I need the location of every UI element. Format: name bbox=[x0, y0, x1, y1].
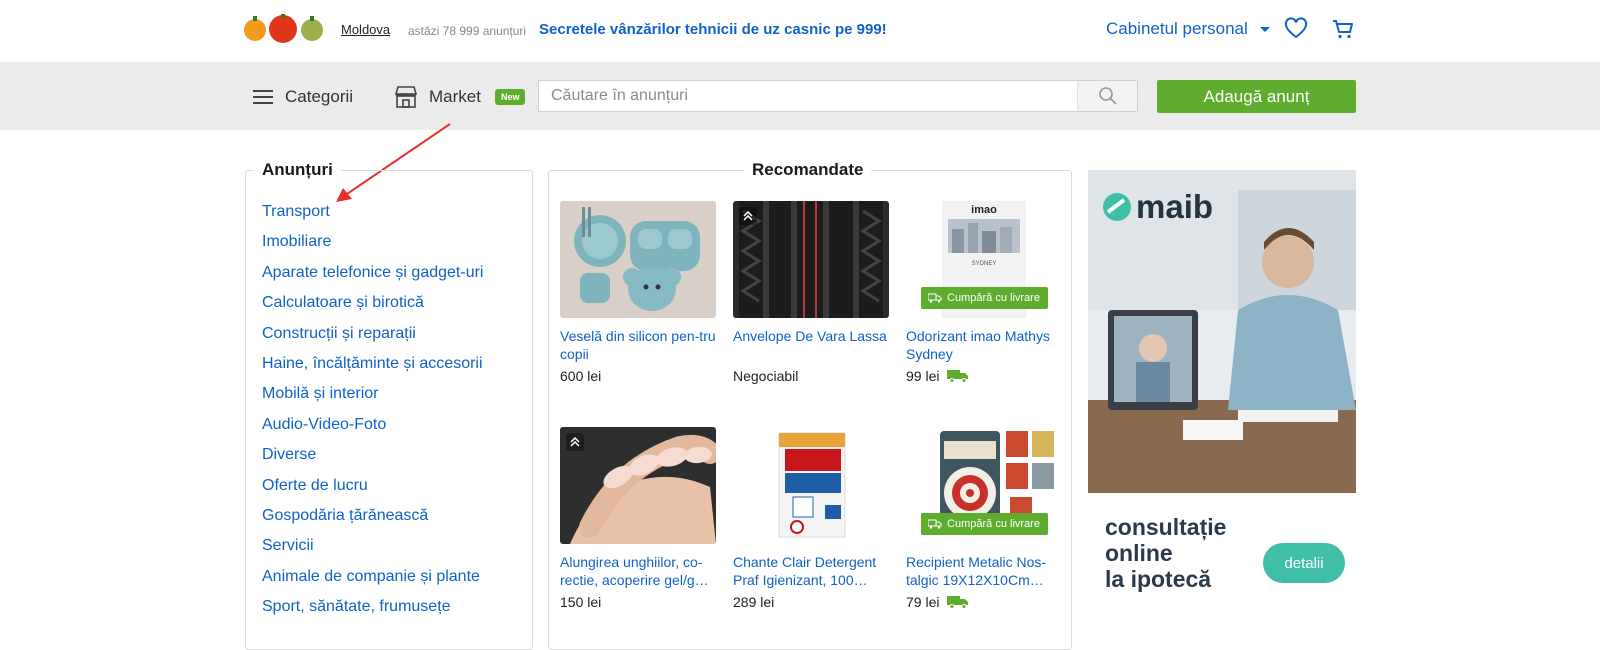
banner-headline: consultație online la ipotecă bbox=[1105, 514, 1226, 592]
price-value: 289 lei bbox=[733, 594, 775, 610]
category-link[interactable]: Animale de companie și plante bbox=[262, 565, 483, 595]
personal-cabinet-menu[interactable]: Cabinetul personal bbox=[1106, 19, 1270, 39]
category-link[interactable]: Imobiliare bbox=[262, 230, 483, 260]
product-title[interactable]: Anvelope De Vara Lassa bbox=[733, 327, 889, 363]
product-title[interactable]: Odorizant imao Mathys Sydney bbox=[906, 327, 1062, 363]
category-link[interactable]: Transport bbox=[262, 200, 483, 230]
svg-text:SYDNEY: SYDNEY bbox=[972, 261, 997, 267]
category-list: Transport Imobiliare Aparate telefonice … bbox=[262, 200, 483, 625]
product-image[interactable] bbox=[560, 201, 716, 318]
svg-text:imao: imao bbox=[971, 204, 997, 216]
category-link[interactable]: Oferte de lucru bbox=[262, 474, 483, 504]
product-image[interactable] bbox=[560, 427, 716, 544]
categories-button[interactable]: Categorii bbox=[253, 84, 353, 110]
product-title[interactable]: Chante Clair Detergent Praf Igienizant, … bbox=[733, 553, 889, 589]
hamburger-icon bbox=[253, 90, 273, 104]
price-value: 99 lei bbox=[906, 368, 940, 384]
product-price: 289 lei bbox=[733, 594, 889, 610]
product-card[interactable]: Anvelope De Vara Lassa Negociabil bbox=[733, 201, 889, 384]
product-card[interactable]: Chante Clair Detergent Praf Igienizant, … bbox=[733, 427, 889, 610]
maib-brand: maib bbox=[1136, 188, 1214, 225]
product-image[interactable] bbox=[733, 201, 889, 318]
favorites-heart-icon[interactable] bbox=[1284, 17, 1308, 41]
price-value: 150 lei bbox=[560, 594, 602, 610]
market-label: Market bbox=[429, 87, 481, 106]
banner-line: consultație bbox=[1105, 514, 1227, 540]
delivery-truck-icon bbox=[928, 519, 942, 529]
product-title[interactable]: Alungirea unghiilor, co-rectie, acoperir… bbox=[560, 553, 716, 589]
boost-icon bbox=[739, 207, 757, 225]
product-card[interactable]: Veselă din silicon pen-tru copii 600 lei bbox=[560, 201, 716, 384]
category-link[interactable]: Calculatoare și birotică bbox=[262, 291, 483, 321]
top-bar: Moldova astăzi 78 999 anunțuri Secretele… bbox=[0, 0, 1600, 62]
product-price: 600 lei bbox=[560, 368, 716, 384]
search-button[interactable] bbox=[1077, 81, 1137, 111]
today-ads-count: astăzi 78 999 anunțuri bbox=[408, 24, 527, 38]
recommended-title: Recomandate bbox=[744, 160, 872, 180]
product-price: 150 lei bbox=[560, 594, 716, 610]
category-link[interactable]: Gospodăria țărănească bbox=[262, 504, 483, 534]
delivery-label: Cumpără cu livrare bbox=[947, 518, 1040, 530]
store-icon bbox=[394, 86, 418, 108]
category-link[interactable]: Aparate telefonice și gadget-uri bbox=[262, 261, 483, 291]
delivery-truck-icon bbox=[947, 596, 969, 609]
category-link[interactable]: Sport, sănătate, frumusețe bbox=[262, 595, 483, 625]
category-link[interactable]: Haine, încălțăminte și accesorii bbox=[262, 352, 483, 382]
product-price: 99 lei bbox=[906, 368, 1062, 384]
search-icon bbox=[1098, 87, 1117, 105]
region-link[interactable]: Moldova bbox=[341, 22, 390, 37]
product-card[interactable]: Alungirea unghiilor, co-rectie, acoperir… bbox=[560, 427, 716, 610]
category-link[interactable]: Mobilă și interior bbox=[262, 382, 483, 412]
categories-label: Categorii bbox=[285, 87, 354, 106]
product-title[interactable]: Veselă din silicon pen-tru copii bbox=[560, 327, 716, 363]
price-value: 600 lei bbox=[560, 368, 602, 384]
maib-logo: maib bbox=[1102, 188, 1213, 226]
add-ad-button[interactable]: Adaugă anunț bbox=[1157, 80, 1356, 113]
category-link[interactable]: Audio-Video-Foto bbox=[262, 413, 483, 443]
product-price: 79 lei bbox=[906, 594, 1062, 610]
delivery-truck-icon bbox=[928, 293, 942, 303]
search-box bbox=[538, 80, 1138, 112]
category-link[interactable]: Construcții și reparații bbox=[262, 322, 483, 352]
promo-link[interactable]: Secretele vânzărilor tehnicii de uz casn… bbox=[539, 21, 887, 38]
maib-logo-icon bbox=[1103, 193, 1131, 221]
search-input[interactable] bbox=[539, 81, 1077, 111]
personal-cabinet-label: Cabinetul personal bbox=[1106, 19, 1248, 38]
banner-line: la ipotecă bbox=[1105, 566, 1212, 592]
cart-icon[interactable] bbox=[1331, 17, 1355, 41]
product-card[interactable]: imao SYDNEY Cumpără cu livrare Odorizant… bbox=[906, 201, 1062, 384]
price-value: Negociabil bbox=[733, 368, 799, 384]
category-link[interactable]: Diverse bbox=[262, 443, 483, 473]
product-price: Negociabil bbox=[733, 368, 889, 384]
product-title[interactable]: Recipient Metalic Nos-talgic 19X12X10Cm… bbox=[906, 553, 1062, 589]
buy-with-delivery-badge[interactable]: Cumpără cu livrare bbox=[920, 287, 1048, 309]
chevron-down-icon bbox=[1259, 26, 1270, 32]
banner-details-button[interactable]: detalii bbox=[1263, 543, 1345, 583]
market-button[interactable]: Market New bbox=[393, 84, 526, 110]
product-image[interactable] bbox=[733, 427, 889, 544]
boost-icon bbox=[566, 433, 584, 451]
new-badge: New bbox=[494, 89, 526, 105]
site-logo[interactable] bbox=[243, 14, 327, 44]
delivery-label: Cumpără cu livrare bbox=[947, 292, 1040, 304]
buy-with-delivery-badge[interactable]: Cumpără cu livrare bbox=[920, 513, 1048, 535]
maib-banner[interactable]: maib consultație online la ipotecă detal… bbox=[1088, 170, 1356, 624]
product-card[interactable]: Cumpără cu livrare Recipient Metalic Nos… bbox=[906, 427, 1062, 610]
product-image[interactable]: imao SYDNEY Cumpără cu livrare bbox=[906, 201, 1062, 318]
product-image[interactable]: Cumpără cu livrare bbox=[906, 427, 1062, 544]
banner-line: online bbox=[1105, 540, 1173, 566]
category-link[interactable]: Servicii bbox=[262, 534, 483, 564]
delivery-truck-icon bbox=[947, 370, 969, 383]
ads-panel-title: Anunțuri bbox=[254, 160, 341, 180]
price-value: 79 lei bbox=[906, 594, 940, 610]
